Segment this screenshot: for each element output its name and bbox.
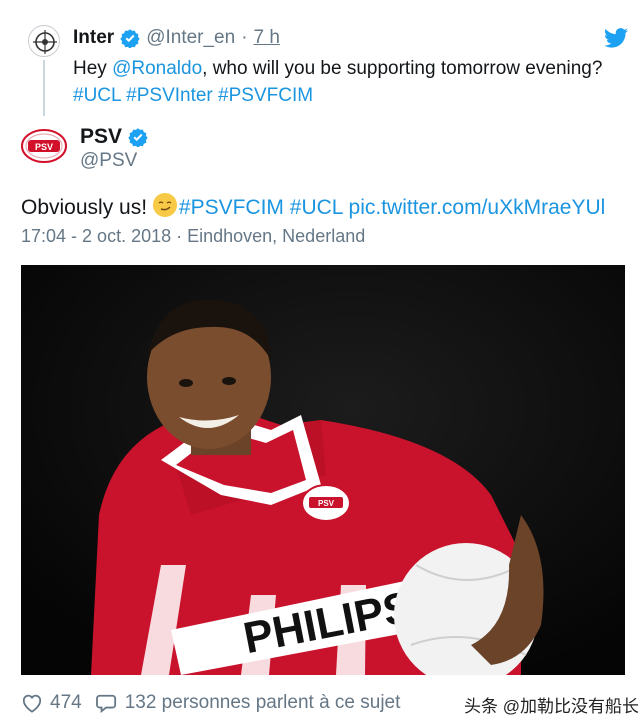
quoted-tweet[interactable]: Inter @Inter_en · 7 h Hey @Ronaldo, who … — [0, 0, 640, 116]
like-count: 474 — [50, 692, 82, 713]
reply-text: 132 personnes parlent à ce sujet — [124, 692, 401, 713]
action-bar: 474 132 personnes parlent à ce sujet — [21, 688, 414, 718]
quoted-author-name[interactable]: Inter — [73, 27, 114, 49]
author-name[interactable]: PSV — [80, 125, 122, 149]
hashtag-link[interactable]: #PSVInter — [126, 85, 213, 106]
photo-badge-text: PSV — [318, 499, 335, 508]
quoted-author-handle[interactable]: @Inter_en — [146, 27, 235, 49]
reply-button[interactable]: 132 personnes parlent à ce sujet — [95, 692, 401, 714]
photo-illustration: PSV PHILIPS — [21, 265, 625, 675]
like-button[interactable]: 474 — [21, 692, 82, 714]
verified-badge-icon — [128, 128, 148, 147]
psv-avatar[interactable]: PSV — [21, 128, 67, 164]
separator-dot: · — [241, 27, 248, 48]
tweet-photo[interactable]: PSV PHILIPS — [21, 265, 625, 675]
quoted-header: Inter @Inter_en · 7 h — [73, 27, 280, 49]
heart-icon — [22, 694, 42, 713]
avatar-text: PSV — [35, 142, 53, 152]
quoted-time[interactable]: 7 h — [254, 27, 280, 49]
quoted-text-prefix: Hey — [73, 58, 113, 79]
watermark: 头条 @加勒比没有船长 — [464, 697, 639, 716]
inter-crest-icon — [33, 30, 57, 54]
author-handle[interactable]: @PSV — [80, 150, 137, 172]
pic-link[interactable]: pic.twitter.com/uXkMraeYUl — [349, 196, 606, 219]
author-name-row: PSV — [80, 125, 148, 149]
verified-badge-icon — [120, 29, 140, 48]
inter-avatar[interactable] — [28, 25, 60, 57]
smirk-emoji-icon — [152, 193, 177, 217]
tweet-text: Obviously us! #PSVFCIM #UCL pic.twitter.… — [21, 193, 605, 220]
hashtag-link[interactable]: #PSVFCIM — [179, 196, 284, 219]
tweet-text-prefix: Obviously us! — [21, 196, 148, 219]
hashtag-link[interactable]: #UCL — [73, 85, 121, 106]
hashtag-link[interactable]: #PSVFCIM — [218, 85, 313, 106]
twitter-bird-icon[interactable] — [604, 27, 628, 49]
quoted-tweet-text: Hey @Ronaldo, who will you be supporting… — [73, 55, 633, 109]
reply-bubble-icon — [95, 694, 116, 713]
mention-link[interactable]: @Ronaldo — [112, 58, 202, 79]
thread-line — [43, 60, 45, 116]
hashtag-link[interactable]: #UCL — [290, 196, 343, 219]
psv-logo-icon: PSV — [21, 129, 67, 163]
tweet-timestamp[interactable]: 17:04 - 2 oct. 2018 · Eindhoven, Nederla… — [21, 226, 365, 247]
quoted-text-suffix: , who will you be supporting tomorrow ev… — [202, 58, 603, 79]
